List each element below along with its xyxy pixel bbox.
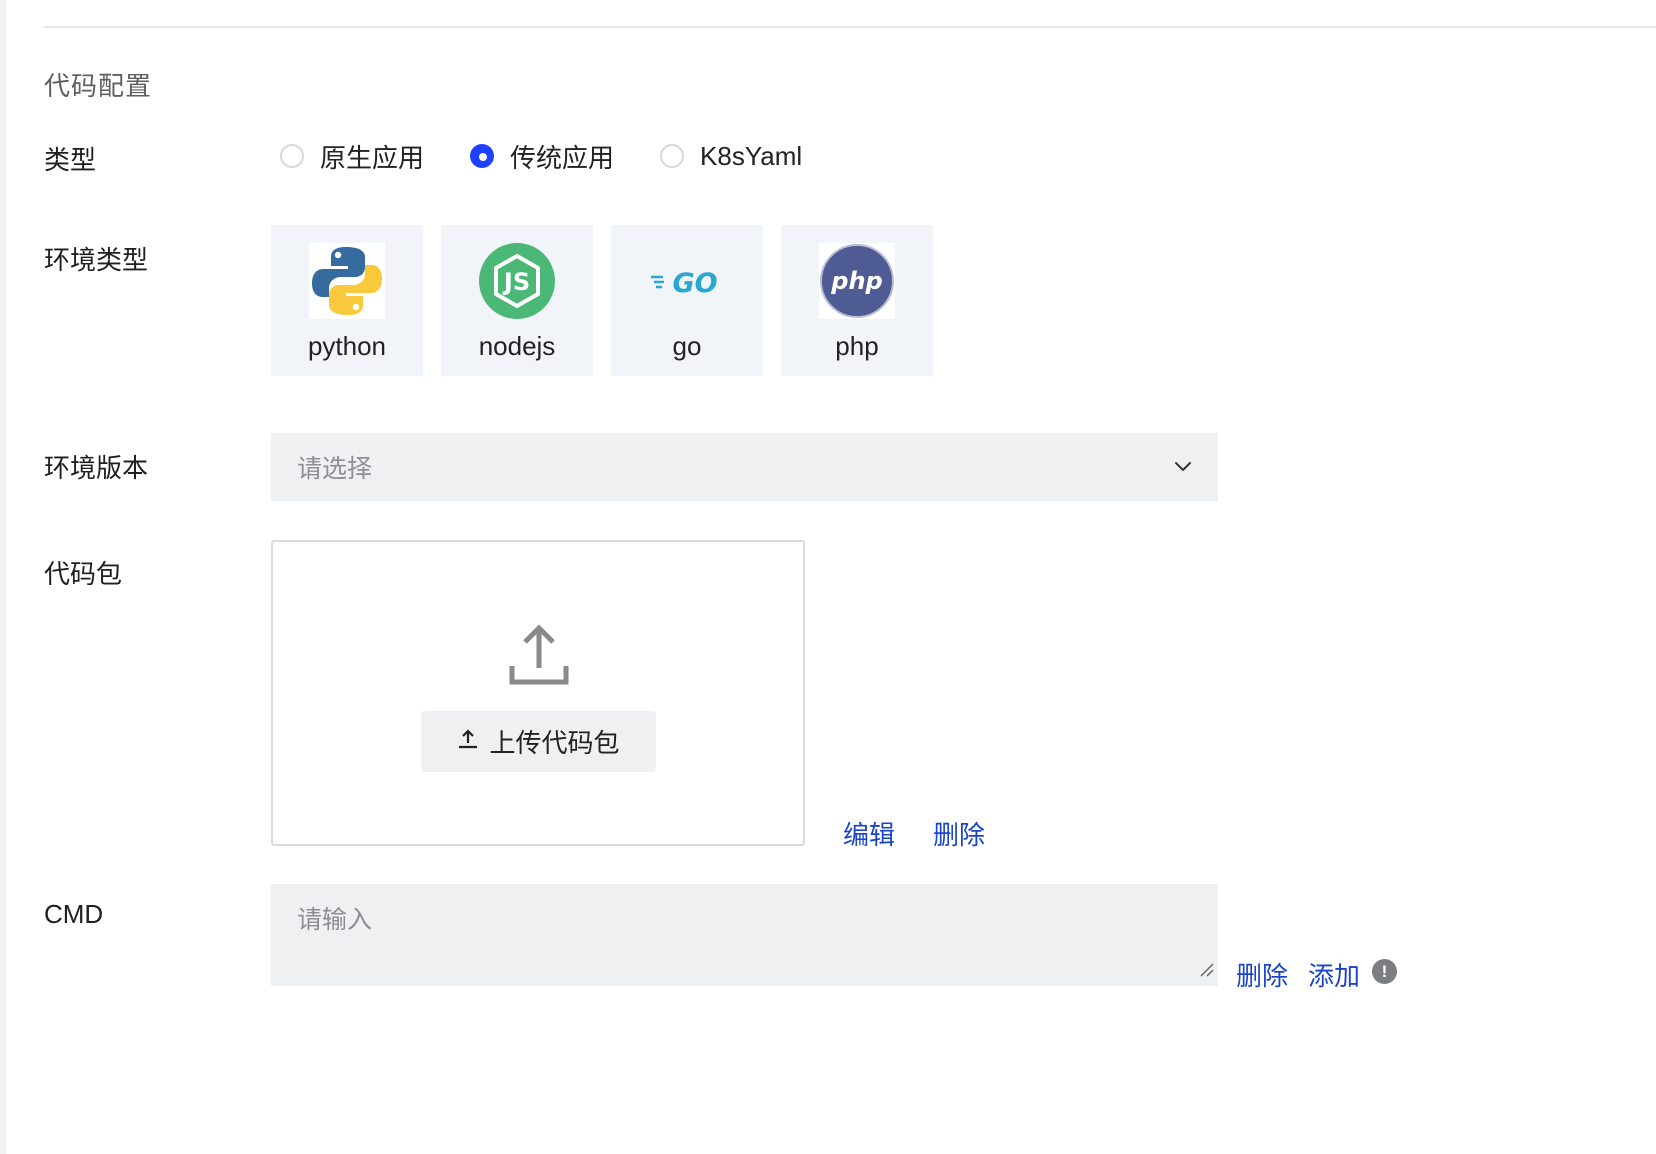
env-name: go [672,331,702,361]
env-card-nodejs[interactable]: JS nodejs [441,225,593,376]
env-name: php [835,331,879,361]
type-radio-group: 原生应用 传统应用 K8sYaml [280,136,848,176]
add-cmd-link[interactable]: 添加 [1308,956,1360,993]
cmd-placeholder: 请输入 [297,906,373,934]
type-label: 类型 [44,145,97,175]
select-placeholder: 请选择 [297,455,373,483]
radio-label: K8sYaml [700,140,803,171]
info-icon[interactable]: ! [1372,959,1397,984]
python-logo-icon [309,243,385,319]
delete-package-link[interactable]: 删除 [933,815,985,852]
go-logo-icon: GO [649,243,725,319]
upload-code-package-button[interactable]: 上传代码包 [421,711,656,772]
chevron-down-icon [1174,457,1192,480]
cmd-label: CMD [44,899,104,929]
upload-icon [509,624,569,691]
upload-dropzone[interactable]: 上传代码包 [271,540,805,846]
radio-circle-checked[interactable] [470,144,495,168]
radio-circle-unchecked[interactable] [660,144,685,168]
svg-text:JS: JS [502,268,530,296]
code-package-label: 代码包 [44,559,123,589]
svg-text:php: php [830,267,882,295]
delete-cmd-link[interactable]: 删除 [1236,956,1288,993]
env-card-python[interactable]: python [271,225,423,376]
edit-link[interactable]: 编辑 [843,815,895,852]
radio-traditional-app[interactable]: 传统应用 [470,138,614,175]
env-card-php[interactable]: php php [781,225,933,376]
php-logo-icon: php [819,243,895,319]
cmd-textarea[interactable]: 请输入 [271,884,1218,986]
upload-small-icon [457,728,479,755]
top-divider [44,26,1656,28]
radio-label: 传统应用 [510,142,615,173]
left-rail [0,0,6,1154]
nodejs-logo-icon: JS [479,243,555,319]
env-name: python [307,331,387,361]
env-type-label: 环境类型 [44,245,149,275]
env-name: nodejs [478,331,556,361]
radio-label: 原生应用 [320,142,425,173]
env-card-go[interactable]: GO go [611,225,763,376]
radio-circle-unchecked[interactable] [280,144,304,168]
env-type-options: python JS nodejs GO go php php [271,225,951,376]
section-title: 代码配置 [44,71,153,101]
radio-native-app[interactable]: 原生应用 [280,138,424,175]
env-version-select[interactable]: 请选择 [271,433,1218,501]
env-version-label: 环境版本 [44,453,149,483]
upload-button-label: 上传代码包 [489,728,620,758]
resize-handle-icon[interactable] [1198,961,1214,982]
radio-k8syaml[interactable]: K8sYaml [660,141,802,172]
svg-text:GO: GO [672,268,717,299]
code-config-page: 代码配置 类型 原生应用 传统应用 K8sYaml 环境类型 python JS… [0,0,1656,1154]
